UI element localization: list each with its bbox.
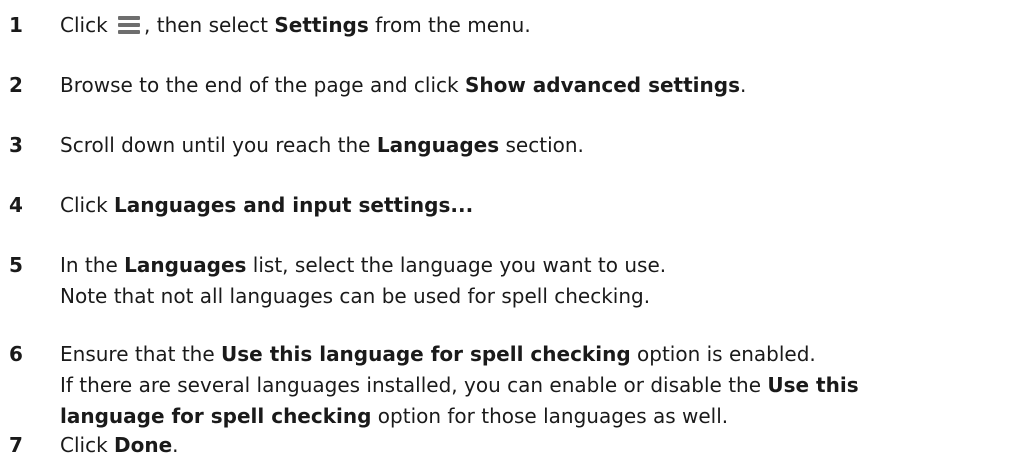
ui-label-languages: Languages [124, 253, 247, 277]
step-text-segment: list, select the language you want to us… [246, 253, 667, 277]
step-number: 7 [9, 433, 23, 457]
ui-label-languages: Languages [376, 133, 500, 157]
ui-label-languages-and-input-settings: Languages and input settings... [114, 193, 474, 217]
step-text: Ensure that the Use this language for sp… [60, 339, 1029, 432]
step-number: 3 [9, 133, 23, 157]
ui-label-use-this-language-for-spell-checking: Use this language for spell checking [221, 342, 631, 366]
step-number: 2 [9, 73, 23, 97]
step-text-segment: If there are several languages installed… [60, 373, 768, 397]
step-text-segment: option is enabled. [630, 342, 816, 366]
step-text: Click , then select Settings from the me… [60, 10, 1029, 41]
ui-label-use-this-language-for-spell-checking: Use this [767, 373, 859, 397]
hamburger-menu-icon [118, 16, 141, 34]
step-text-segment: Note that not all languages can be used … [60, 284, 651, 308]
step-text: Click Languages and input settings... [60, 190, 1029, 221]
instruction-steps: 1 Click , then select Settings from the … [0, 0, 1029, 470]
step-text-segment: from the menu. [368, 13, 531, 37]
ui-label-show-advanced-settings: Show advanced settings [464, 73, 740, 97]
ui-label-use-this-language-for-spell-checking: language for spell checking [60, 404, 372, 428]
ui-label-settings: Settings [274, 13, 369, 37]
step-number: 1 [9, 13, 23, 37]
step-text-segment: . [172, 433, 179, 457]
step-text-segment: . [740, 73, 747, 97]
step-text: Click Done. [60, 430, 1029, 461]
step-text-segment: Browse to the end of the page and click [60, 73, 465, 97]
step-text-segment: Ensure that the [60, 342, 222, 366]
step-text: Scroll down until you reach the Language… [60, 130, 1029, 161]
step-number: 5 [9, 253, 23, 277]
ui-label-done: Done [114, 433, 173, 457]
step-text-segment: , then select [144, 13, 275, 37]
step-text-segment: Click [60, 13, 108, 37]
step-text-segment: Click [60, 193, 115, 217]
step-text: In the Languages list, select the langua… [60, 250, 1029, 312]
step-text-segment: Click [60, 433, 115, 457]
step-text-segment: section. [499, 133, 584, 157]
step-text-segment: option for those languages as well. [371, 404, 729, 428]
step-text-segment: In the [60, 253, 125, 277]
step-text: Browse to the end of the page and click … [60, 70, 1029, 101]
step-text-segment: Scroll down until you reach the [60, 133, 377, 157]
step-number: 6 [9, 342, 23, 366]
step-number: 4 [9, 193, 23, 217]
